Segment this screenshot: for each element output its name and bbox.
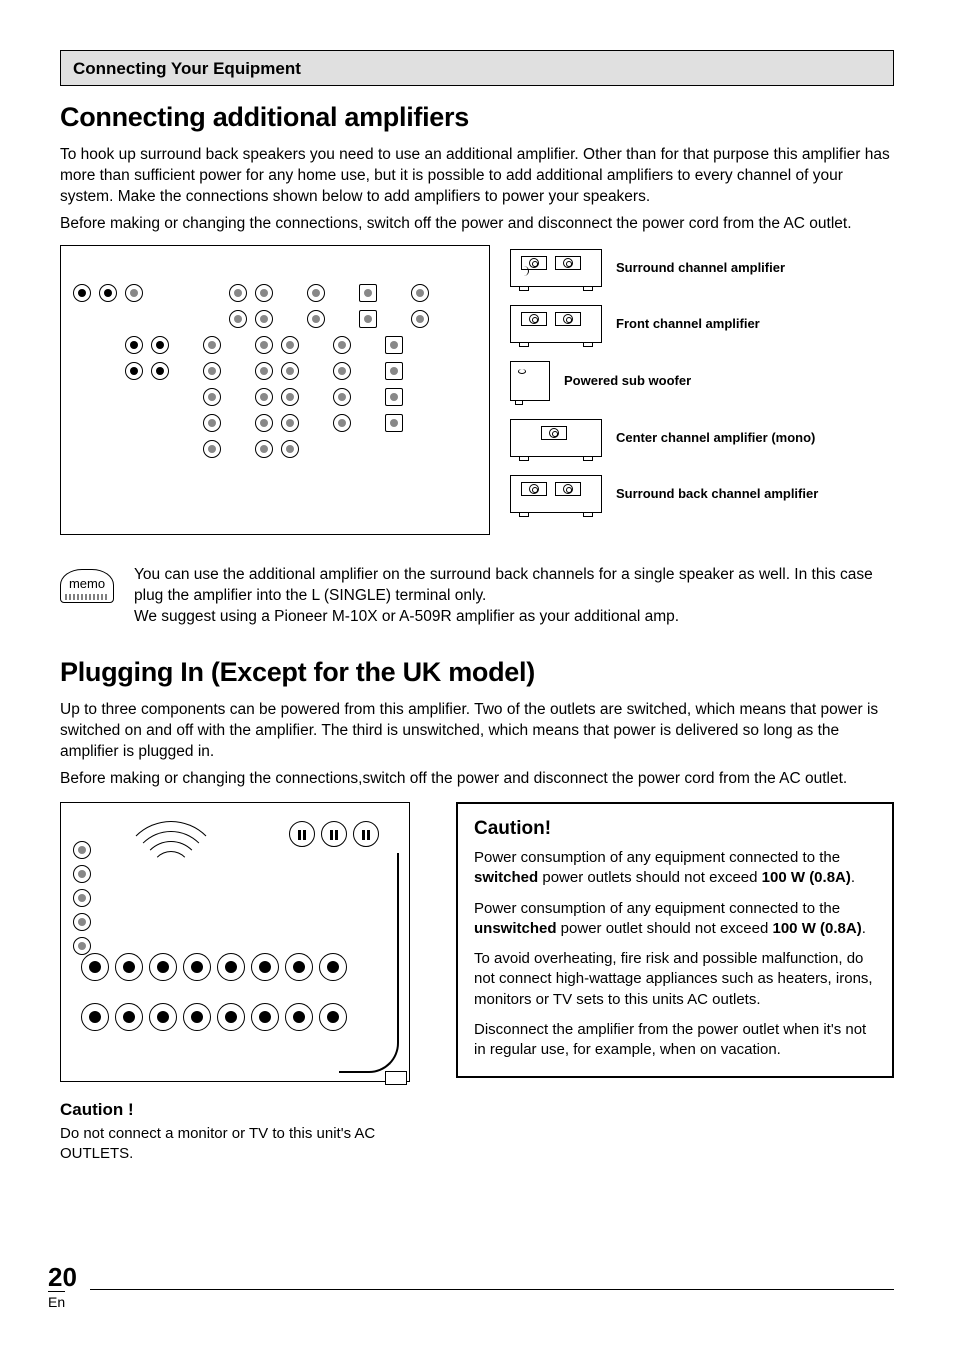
section2-para2: Before making or changing the connection… <box>60 769 894 790</box>
section1-para1: To hook up surround back speakers you ne… <box>60 145 894 208</box>
caution-box-p2: Power consumption of any equipment conne… <box>474 899 876 940</box>
memo-para1: You can use the additional amplifier on … <box>134 565 894 607</box>
memo-badge-icon: memo <box>60 569 114 603</box>
external-amplifiers-column: Surround channel amplifier Front channel… <box>510 245 894 535</box>
center-amp-icon <box>510 419 602 457</box>
section-heading-amplifiers: Connecting additional amplifiers <box>60 102 894 133</box>
caution-small-text: Do not connect a monitor or TV to this u… <box>60 1124 430 1163</box>
surround-amp-label: Surround channel amplifier <box>616 260 785 276</box>
receiver-rear-panel <box>60 245 490 535</box>
power-plug-icon <box>385 1071 407 1085</box>
ac-outlet-icon <box>289 821 315 847</box>
caution-box-p4: Disconnect the amplifier from the power … <box>474 1020 876 1061</box>
page-number: 20 <box>48 1262 77 1293</box>
amplifier-connection-diagram: Surround channel amplifier Front channel… <box>60 245 894 535</box>
chapter-header: Connecting Your Equipment <box>60 50 894 86</box>
caution-box-p1: Power consumption of any equipment conne… <box>474 848 876 889</box>
ac-outlet-icon <box>353 821 379 847</box>
center-amp-label: Center channel amplifier (mono) <box>616 430 815 446</box>
subwoofer-label: Powered sub woofer <box>564 373 691 389</box>
memo-block: memo You can use the additional amplifie… <box>60 565 894 628</box>
section1-para2: Before making or changing the connection… <box>60 214 894 235</box>
caution-box-p3: To avoid overheating, fire risk and poss… <box>474 949 876 1010</box>
front-amp-label: Front channel amplifier <box>616 316 760 332</box>
section-heading-plugging: Plugging In (Except for the UK model) <box>60 657 894 688</box>
memo-para2: We suggest using a Pioneer M-10X or A-50… <box>134 607 894 628</box>
caution-small-heading: Caution ! <box>60 1100 430 1120</box>
back-amp-label: Surround back channel amplifier <box>616 486 818 502</box>
footer-rule <box>90 1289 894 1290</box>
caution-monitor-note: Caution ! Do not connect a monitor or TV… <box>60 1100 430 1163</box>
page-footer: 20 En <box>48 1262 77 1312</box>
subwoofer-icon <box>510 361 550 401</box>
front-amp-icon <box>510 305 602 343</box>
surround-amp-icon <box>510 249 602 287</box>
ac-outlet-icon <box>321 821 347 847</box>
ac-outlet-diagram <box>60 802 410 1082</box>
back-amp-icon <box>510 475 602 513</box>
chapter-title: Connecting Your Equipment <box>73 59 881 79</box>
caution-box: Caution! Power consumption of any equipm… <box>456 802 894 1078</box>
caution-box-heading: Caution! <box>474 818 876 840</box>
section2-para1: Up to three components can be powered fr… <box>60 700 894 763</box>
page-language: En <box>48 1291 65 1310</box>
